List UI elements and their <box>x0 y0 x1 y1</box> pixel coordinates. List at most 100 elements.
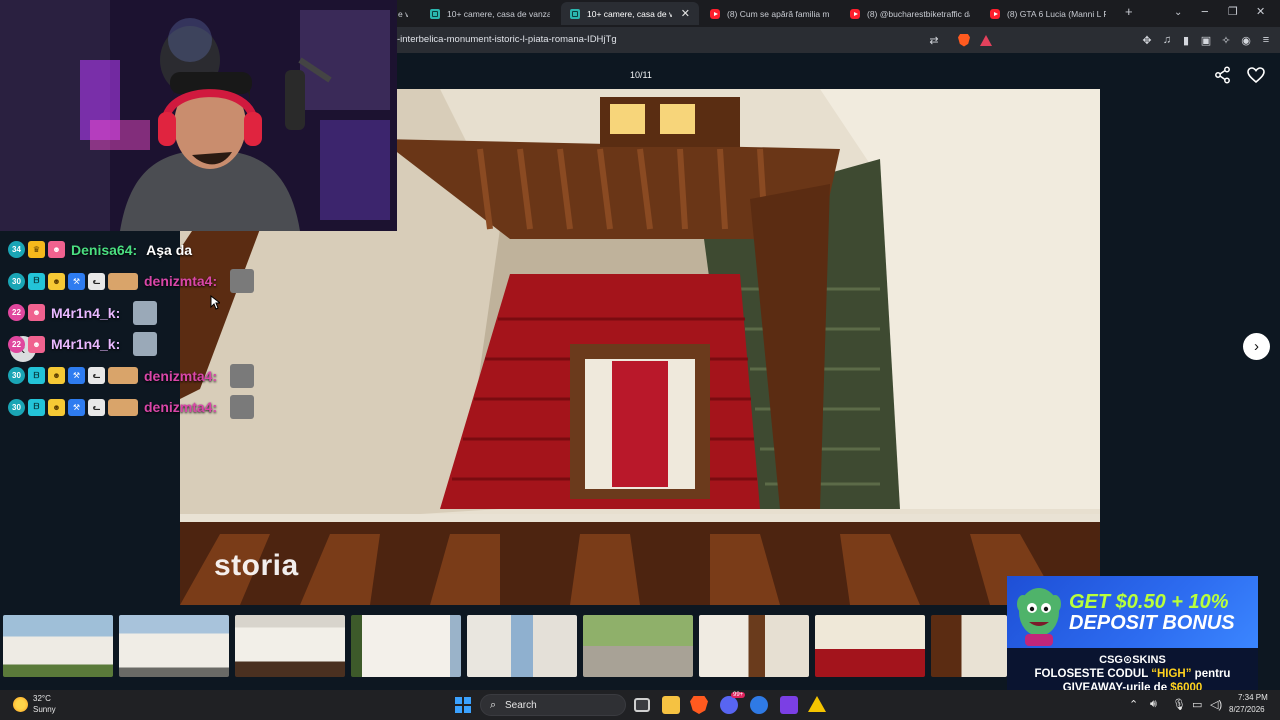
thumbnail[interactable] <box>467 615 577 677</box>
cat-emote-icon <box>133 300 158 325</box>
media-icon[interactable]: ♫ <box>1160 33 1174 47</box>
storia-favicon-icon <box>430 8 440 19</box>
sub-badge: 34 <box>8 241 25 259</box>
streamer-webcam-overlay <box>0 0 397 231</box>
tray-chevron-icon[interactable]: ⌃ <box>1129 698 1138 711</box>
share-icon[interactable] <box>1213 65 1233 85</box>
chat-message: 22 ☻ M4r1n4_k: <box>8 329 298 361</box>
brave-browser-icon[interactable] <box>690 696 708 714</box>
sub-badge: 30 <box>8 367 25 385</box>
brave-rewards-icon[interactable] <box>979 33 993 47</box>
ad-banner: GET $0.50 + 10% DEPOSIT BONUS <box>1007 576 1258 648</box>
display-icon[interactable]: ▭ <box>1192 698 1202 711</box>
chat-username[interactable]: M4r1n4_k: <box>51 336 120 352</box>
new-tab-button[interactable]: + <box>1125 4 1133 19</box>
windows-start-icon[interactable] <box>455 697 471 713</box>
ad-promo-line-1: FOLOSESTE CODUL “HIGH” pentru <box>1007 668 1258 680</box>
ad-headline-line-2: DEPOSIT BONUS <box>1069 612 1235 634</box>
chat-username[interactable]: Denisa64: <box>71 242 137 258</box>
menu-icon[interactable]: ≡ <box>1259 33 1273 47</box>
chat-username[interactable]: denizmta4: <box>144 368 217 384</box>
hammer-badge-icon: ⚒ <box>68 367 85 385</box>
warning-app-icon[interactable] <box>808 696 826 712</box>
stream-chat-overlay: 34 ♛ ☻ Denisa64: Aşa da 30 ᗷ ☻ ⚒ ᓚ deniz… <box>8 234 298 423</box>
chat-message: 30 ᗷ ☻ ⚒ ᓚ denizmta4: <box>8 360 298 392</box>
avatar-badge-icon <box>108 367 138 385</box>
minimize-icon[interactable]: − <box>1201 4 1209 19</box>
tab-label: 10+ camere, casa de vanzare <box>447 8 550 19</box>
translate-icon[interactable]: ⇄ <box>927 33 941 47</box>
chat-username[interactable]: M4r1n4_k: <box>51 305 120 321</box>
clock-time[interactable]: 7:34 PM <box>1238 693 1268 702</box>
brave-shields-icon[interactable] <box>957 33 971 47</box>
sidebar-icon[interactable]: ▮ <box>1179 33 1193 47</box>
next-photo-button[interactable]: › <box>1243 333 1270 360</box>
extensions-icon[interactable]: ✥ <box>1140 33 1154 47</box>
restore-window-icon[interactable]: ❐ <box>1228 5 1238 18</box>
emote-badge-icon: ☻ <box>48 398 65 416</box>
discord-icon[interactable] <box>720 696 738 714</box>
ad-headline: GET $0.50 + 10% DEPOSIT BONUS <box>1069 592 1235 634</box>
sub-badge: 30 <box>8 272 25 290</box>
cat-badge-icon: ᓚ <box>88 272 105 290</box>
storia-watermark: storia <box>214 549 299 582</box>
microphone-icon[interactable]: 🎙︎ <box>1172 698 1186 711</box>
task-view-icon[interactable] <box>634 698 650 712</box>
edge-icon[interactable] <box>750 696 768 714</box>
volume-icon[interactable]: ◁) <box>1210 698 1222 711</box>
hammer-badge-icon: ⚒ <box>68 272 85 290</box>
emote-icon <box>230 363 255 388</box>
file-explorer-icon[interactable] <box>662 696 680 714</box>
gifter-badge-icon: ᗷ <box>28 398 45 416</box>
ad-text: FOLOSESTE CODUL <box>1034 668 1152 680</box>
taskbar-search[interactable]: ⌕ Search <box>480 694 626 716</box>
grid-app-icon[interactable] <box>780 696 798 714</box>
emote-badge-icon: ☻ <box>48 367 65 385</box>
search-icon: ⌕ <box>490 699 497 711</box>
tab-search-chevron-icon[interactable]: ⌄ <box>1174 7 1182 18</box>
tab-youtube-3[interactable]: (8) GTA 6 Lucia (Manni L Perez <box>981 2 1115 25</box>
thumbnail[interactable] <box>3 615 113 677</box>
weather-temperature[interactable]: 32°C <box>33 694 51 703</box>
chat-username[interactable]: denizmta4: <box>144 273 217 289</box>
thumbnail[interactable] <box>119 615 229 677</box>
clock-date[interactable]: 8/27/2026 <box>1229 705 1265 714</box>
tab-label: (8) Cum se apără familia minc <box>727 8 830 19</box>
emote-badge-icon: ☻ <box>28 304 45 322</box>
thumbnail[interactable] <box>931 615 1007 677</box>
sun-weather-icon[interactable] <box>13 697 28 712</box>
vpn-icon[interactable]: ◉ <box>1239 33 1253 47</box>
tab-youtube-1[interactable]: (8) Cum se apără familia minc <box>701 2 839 25</box>
close-tab-icon[interactable]: ✕ <box>681 7 690 20</box>
cat-emote-icon <box>133 332 158 357</box>
thumbnail[interactable] <box>815 615 925 677</box>
sub-badge: 22 <box>8 304 25 322</box>
tab-label: (8) GTA 6 Lucia (Manni L Perez <box>1007 8 1106 19</box>
screen: e va 10+ camere, casa de vanzare 10+ cam… <box>0 0 1280 720</box>
crown-badge-icon: ♛ <box>28 241 45 259</box>
thumbnail[interactable] <box>351 615 461 677</box>
emote-badge-icon: ☻ <box>48 241 65 259</box>
chat-message: 30 ᗷ ☻ ⚒ ᓚ denizmta4: <box>8 266 298 298</box>
mascot-icon <box>1017 588 1061 646</box>
close-window-icon[interactable]: ✕ <box>1256 5 1265 18</box>
wallet-icon[interactable]: ▣ <box>1199 33 1213 47</box>
tab-storia-active[interactable]: 10+ camere, casa de vanza ✕ <box>561 2 699 25</box>
leo-ai-icon[interactable]: ✧ <box>1219 33 1233 47</box>
url-text[interactable]: -interbelica-monument-istoric-l-piata-ro… <box>397 34 617 45</box>
chat-message: 22 ☻ M4r1n4_k: <box>8 297 298 329</box>
gifter-badge-icon: ᗷ <box>28 367 45 385</box>
tab-storia-1[interactable]: 10+ camere, casa de vanzare <box>421 2 559 25</box>
thumbnail[interactable] <box>699 615 809 677</box>
favorite-heart-icon[interactable] <box>1246 65 1266 85</box>
tab-youtube-2[interactable]: (8) @bucharestbiketraffic dai j <box>841 2 979 25</box>
sub-badge: 22 <box>8 335 25 353</box>
avatar-badge-icon <box>108 398 138 416</box>
thumbnail[interactable] <box>583 615 693 677</box>
search-placeholder: Search <box>505 700 537 711</box>
sub-badge: 30 <box>8 398 25 416</box>
speaker-icon[interactable]: 🔊︎ <box>1150 698 1157 711</box>
weather-condition[interactable]: Sunny <box>33 705 56 714</box>
thumbnail[interactable] <box>235 615 345 677</box>
chat-username[interactable]: denizmta4: <box>144 399 217 415</box>
